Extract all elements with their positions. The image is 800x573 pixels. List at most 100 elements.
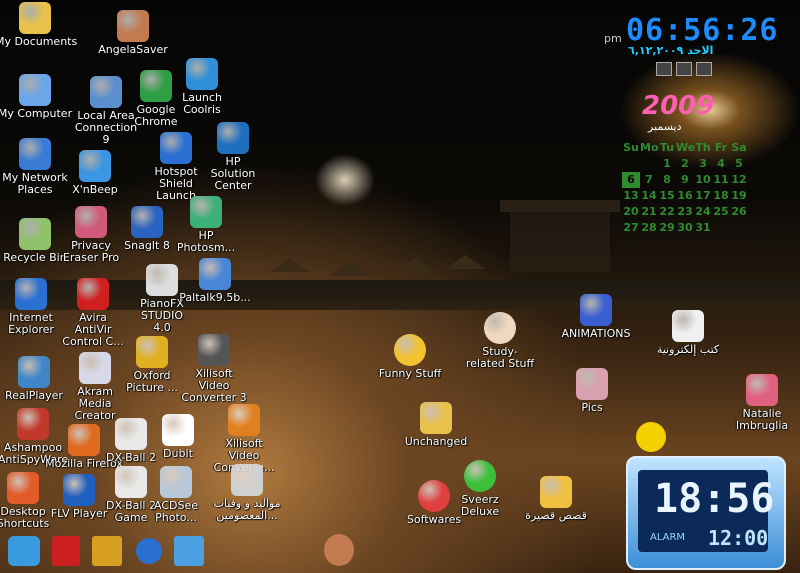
desktop-icon-launch-coolris[interactable]: Launch Coolris [162,58,242,116]
widget-settings-icon[interactable] [656,62,672,76]
widget-grid-icon[interactable] [676,62,692,76]
desktop-icon-arabic-bmp[interactable]: مواليد و وفيات المعصومين... [207,464,287,522]
smiley-icon[interactable] [636,422,666,452]
calendar-month: ديسمبر [648,120,682,133]
desktop-icon-paltalk[interactable]: Paltalk9.5b... [175,258,255,304]
calendar-day[interactable]: 5 [730,156,748,172]
computer-icon [19,74,51,106]
desktop-icon-acdsee[interactable]: ACDSee Photo... [136,466,216,524]
calendar-year: 2009 [642,91,715,121]
calendar-day[interactable]: 11 [712,172,730,188]
desktop-icon-my-computer[interactable]: My Computer [0,74,75,120]
dots-icon[interactable] [136,538,162,564]
desktop-icon-natalie-imbruglia[interactable]: Natalie Imbruglia [722,374,800,432]
snagit-icon [131,206,163,238]
desktop-icon-arabic-short-stories[interactable]: قصص قصيرة [516,476,596,522]
beach-hut [510,212,610,272]
gears-icon [418,480,450,512]
calendar-day[interactable]: 13 [622,188,640,204]
calendar-day[interactable] [640,156,658,172]
calendar-day[interactable]: 23 [676,204,694,220]
calendar-day[interactable]: 1 [658,156,676,172]
calendar-day[interactable]: 9 [676,172,694,188]
desktop-icon-animations[interactable]: ANIMATIONS [556,294,636,340]
calendar-day[interactable]: 20 [622,204,640,220]
calendar-day[interactable] [730,220,748,236]
desktop-icon-arabic-ebooks[interactable]: كتب إلكترونية [648,310,728,356]
calendar-day[interactable] [622,156,640,172]
funny-face-icon [394,334,426,366]
calendar-day[interactable]: 31 [694,220,712,236]
calendar-day[interactable]: 27 [622,220,640,236]
ie-icon [15,278,47,310]
photo-icon [746,374,778,406]
desktop-background[interactable]: My Documents My Computer My Network Plac… [0,0,800,573]
desktop-icon-pics[interactable]: Pics [552,368,632,414]
calendar-day[interactable]: 16 [676,188,694,204]
calendar-day[interactable]: 22 [658,204,676,220]
calendar-week-row: 27 28 29 30 31 [622,220,752,236]
folder-icon [420,402,452,434]
calendar-day[interactable]: 14 [640,188,658,204]
desktop-icon-unchanged[interactable]: Unchanged [396,402,476,448]
desktop-icon-softwares[interactable]: Softwares [394,480,474,526]
alarm-clock-widget[interactable]: 18:56 ALARM 12:00 [626,456,786,570]
eraser-icon [75,206,107,238]
calendar-day[interactable]: 28 [640,220,658,236]
calendar-weekday: Sa [731,141,747,154]
calendar-day[interactable]: 8 [658,172,676,188]
pdf-icon[interactable] [52,536,80,566]
hp-icon [217,122,249,154]
calendar-day[interactable]: 18 [712,188,730,204]
piano-icon [146,264,178,296]
calendar-day[interactable]: 3 [694,156,712,172]
desktop-icon-xnbeep[interactable]: X'nBeep [55,150,135,196]
desktop-icon-hp-photosmart[interactable]: HP Photosm... [166,196,246,254]
calendar-day[interactable]: 10 [694,172,712,188]
calendar-weekday: Fr [714,141,728,154]
calendar-day[interactable]: 7 [640,172,658,188]
desktop-icon-funny-stuff[interactable]: Funny Stuff [370,334,450,380]
dictionary-icon [136,336,168,368]
archive-icon[interactable] [92,536,122,566]
recycle-bin-icon [19,218,51,250]
desktop-icon-my-documents[interactable]: My Documents [0,2,77,48]
calendar-week-row: 12345 [622,156,752,172]
calendar-day[interactable]: 15 [658,188,676,204]
calendar-weekday: Su [623,141,639,154]
calendar-day[interactable]: 2 [676,156,694,172]
calendar-week-row: 20 21 22 23 24 25 26 [622,204,752,220]
paltalk-icon [199,258,231,290]
desktop-icon-study-related-stuff[interactable]: Study-related Stuff [460,312,540,370]
messenger-icon[interactable] [8,536,40,566]
calendar-day[interactable]: 6 [622,172,640,188]
alarm-label: ALARM [650,532,686,543]
widget-refresh-icon[interactable] [696,62,712,76]
calendar-day[interactable]: 30 [676,220,694,236]
calendar-day[interactable]: 25 [712,204,730,220]
calendar-day[interactable]: 12 [730,172,748,188]
calendar-day[interactable]: 19 [730,188,748,204]
calendar-day[interactable]: 4 [712,156,730,172]
desktop-shortcuts-icon [7,472,39,504]
avatar-icon [117,10,149,42]
avatar-icon[interactable] [324,534,354,566]
photo-icon [576,368,608,400]
calendar-day[interactable] [712,220,730,236]
calendar-weekday: Mo [640,141,659,154]
desktop-icon-xilisoft-video-converter-3[interactable]: Xilisoft Video Converter 3 [174,334,254,404]
calendar-day[interactable]: 21 [640,204,658,220]
calendar-day[interactable]: 29 [658,220,676,236]
desktop-icon-angelasaver[interactable]: AngelaSaver [93,10,173,56]
desktop-icon-hp-solution-center[interactable]: HP Solution Center [193,122,273,192]
calendar-day[interactable]: 26 [730,204,748,220]
calendar-weekday: Th [695,141,711,154]
bmp-icon [231,464,263,496]
calendar-day[interactable]: 17 [694,188,712,204]
animations-icon [580,294,612,326]
acdsee-icon [160,466,192,498]
genie-icon [540,476,572,508]
arabic-date: الاحد ٦,١٢,٢٠٠٩ [628,44,714,57]
image-icon[interactable] [174,536,204,566]
calendar-day[interactable]: 24 [694,204,712,220]
